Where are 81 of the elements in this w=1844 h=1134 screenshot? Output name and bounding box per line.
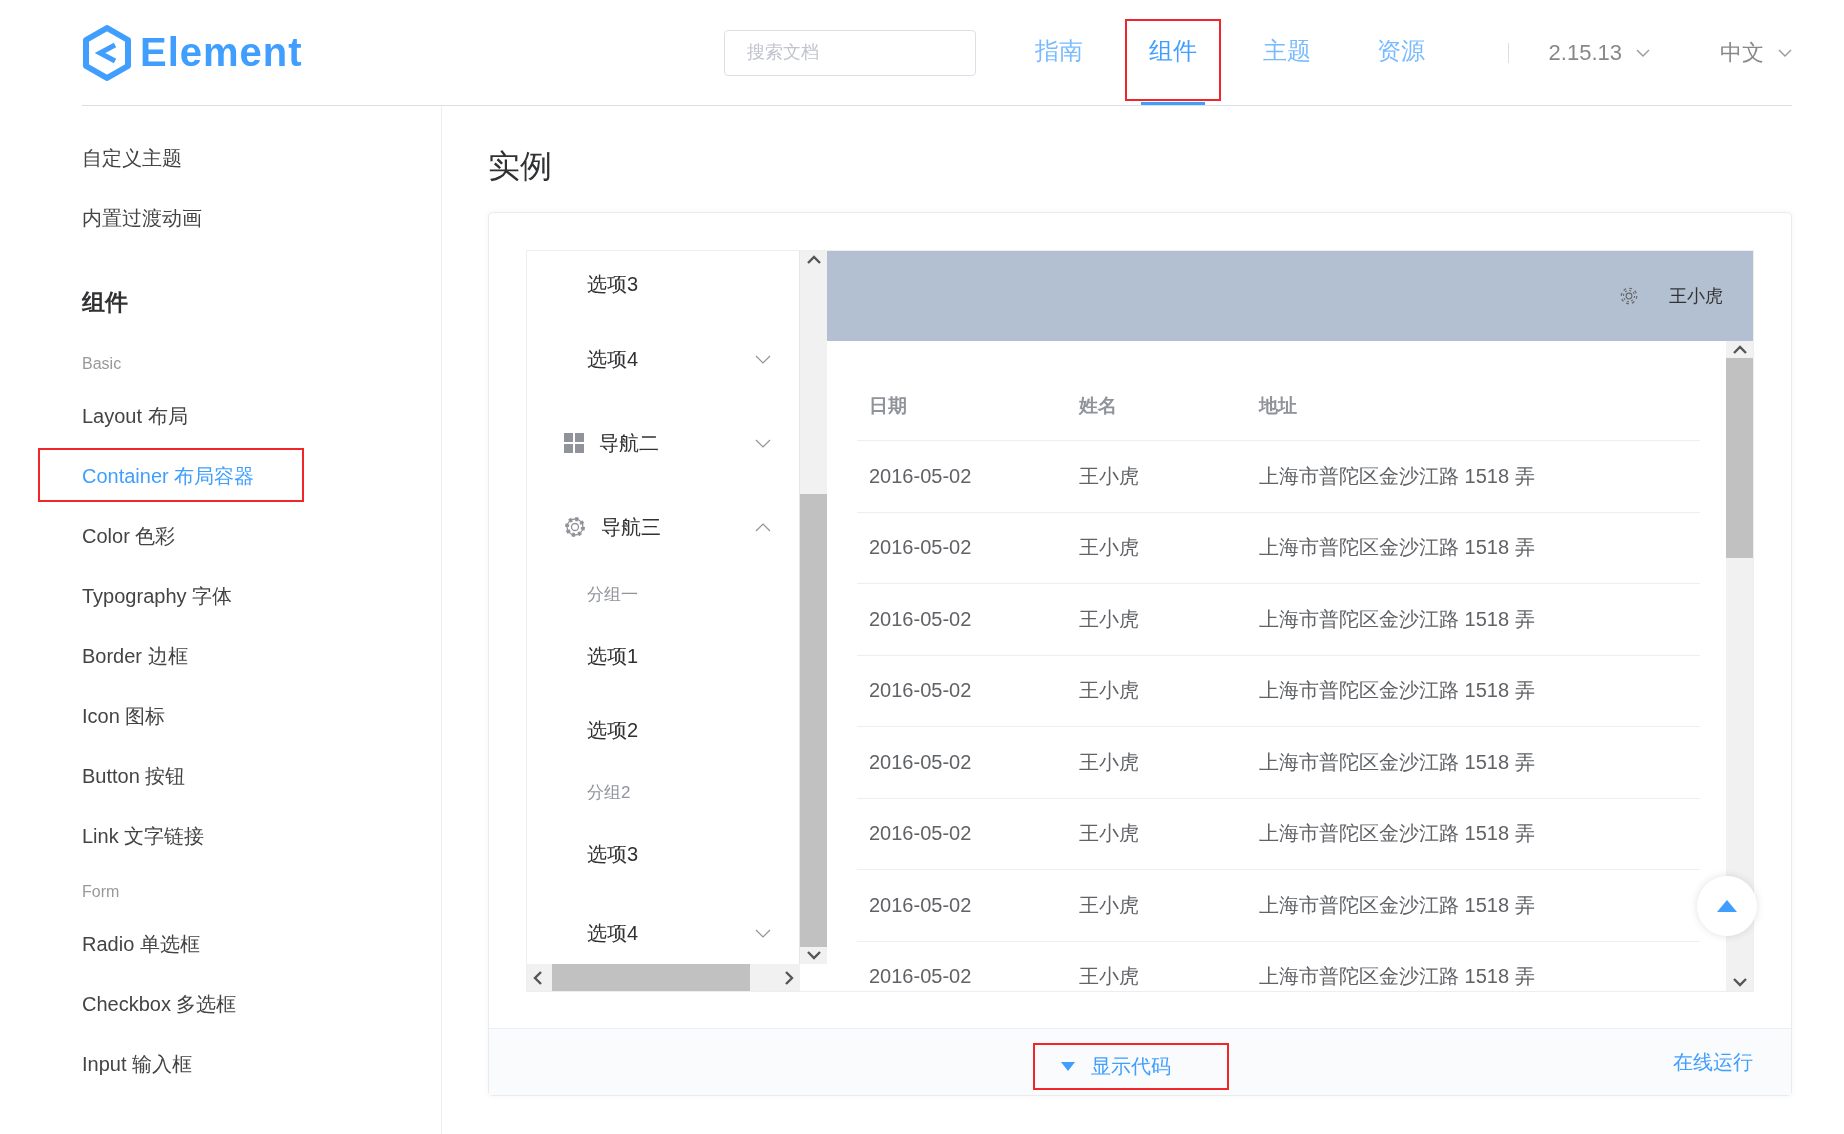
grid-icon — [563, 432, 585, 454]
table-cell-text: 上海市普陀区金沙江路 1518 弄 — [1258, 821, 1535, 847]
menu-item[interactable]: 选项3 — [527, 817, 799, 891]
scroll-left-icon[interactable] — [533, 970, 542, 985]
scroll-up-icon[interactable] — [806, 255, 821, 264]
table-cell-text: 2016-05-02 — [868, 965, 973, 989]
sidebar-heading: 组件 — [82, 287, 129, 317]
scroll-up-icon[interactable] — [1732, 345, 1747, 354]
hexagon-logo-icon — [82, 24, 132, 81]
table-cell-text: 上海市普陀区金沙江路 1518 弄 — [1258, 535, 1535, 561]
menu-item[interactable]: 导航三 — [527, 485, 799, 569]
version-dropdown[interactable]: 2.15.13 — [1548, 39, 1650, 66]
sidebar-group-label: Basic — [82, 354, 123, 374]
table-cell-text: 王小虎 — [1078, 606, 1140, 632]
chevron-down-icon — [1778, 48, 1792, 57]
menu-item[interactable]: 选项2 — [527, 693, 799, 767]
table-cell-text: 上海市普陀区金沙江路 1518 弄 — [1258, 678, 1535, 704]
sidebar-item[interactable]: 内置过渡动画 — [82, 204, 202, 232]
menu-group-label: 分组2 — [586, 781, 632, 804]
menu-group-label: 分组一 — [586, 583, 639, 606]
column-header: 日期 — [868, 393, 908, 418]
table-cell-text: 王小虎 — [1078, 892, 1140, 918]
table-cell-text: 上海市普陀区金沙江路 1518 弄 — [1258, 749, 1535, 775]
triangle-down-icon — [1061, 1062, 1075, 1071]
scrollbar[interactable] — [527, 964, 800, 991]
menu-item[interactable]: 选项4 — [527, 891, 799, 964]
menu-item-label: 选项1 — [587, 643, 640, 669]
sidebar-item[interactable]: 自定义主题 — [82, 144, 182, 172]
user-name: 王小虎 — [1669, 285, 1723, 308]
back-to-top-button[interactable] — [1697, 876, 1757, 936]
table-cell-text: 上海市普陀区金沙江路 1518 弄 — [1258, 892, 1535, 918]
menu-item[interactable]: 选项1 — [527, 619, 799, 693]
sidebar-item[interactable]: Radio 单选框 — [82, 930, 200, 958]
sidebar-item[interactable]: Color 色彩 — [82, 522, 176, 550]
menu-item-label: 导航二 — [599, 430, 660, 456]
menu-item[interactable]: 选项3 — [527, 251, 799, 317]
sidebar-item[interactable]: Typography 字体 — [82, 582, 233, 610]
table-cell-text: 上海市普陀区金沙江路 1518 弄 — [1258, 463, 1535, 489]
sidebar-item[interactable]: Link 文字链接 — [82, 822, 205, 850]
menu-item-label: 选项4 — [587, 920, 640, 946]
sidebar-item[interactable]: Checkbox 多选框 — [82, 990, 237, 1018]
table-cell-text: 2016-05-02 — [868, 822, 973, 846]
sidebar-item[interactable]: Layout 布局 — [82, 402, 188, 430]
table-cell-text: 王小虎 — [1078, 535, 1140, 561]
menu-item[interactable]: 导航二 — [527, 401, 799, 485]
table-cell-text: 王小虎 — [1078, 678, 1140, 704]
menu-item-label: 选项2 — [587, 717, 640, 743]
scroll-down-icon[interactable] — [1732, 978, 1747, 987]
table-cell-text: 2016-05-02 — [868, 679, 973, 703]
table-cell-text: 2016-05-02 — [868, 464, 973, 488]
chevron-down-icon — [1636, 48, 1650, 57]
table-cell-text: 上海市普陀区金沙江路 1518 弄 — [1258, 964, 1535, 990]
sidebar-item[interactable]: Input 输入框 — [82, 1050, 193, 1078]
language-dropdown[interactable]: 中文 — [1720, 37, 1792, 68]
menu-item-label: 导航三 — [601, 514, 662, 540]
triangle-up-icon — [1717, 900, 1737, 912]
table-cell-text: 王小虎 — [1078, 749, 1140, 775]
scroll-down-icon[interactable] — [806, 951, 821, 960]
scrollbar[interactable] — [1726, 341, 1753, 991]
table-cell-text: 2016-05-02 — [868, 893, 973, 917]
sidebar-item[interactable]: Button 按钮 — [82, 762, 186, 790]
table-cell-text: 2016-05-02 — [868, 536, 973, 560]
table-cell-text: 王小虎 — [1078, 821, 1140, 847]
scroll-right-icon[interactable] — [785, 970, 794, 985]
menu-item-label: 选项3 — [587, 841, 640, 867]
section-title: 实例 — [488, 147, 553, 186]
search-field[interactable]: 搜索文档 — [723, 29, 976, 76]
menu-item-label: 选项4 — [587, 346, 640, 372]
column-header: 姓名 — [1077, 393, 1118, 418]
table-cell-text: 王小虎 — [1078, 463, 1140, 489]
menu-item[interactable]: 选项4 — [527, 317, 799, 401]
table-cell-text: 2016-05-02 — [868, 750, 973, 774]
column-header: 地址 — [1257, 393, 1297, 418]
scrollbar[interactable] — [800, 251, 827, 964]
sidebar-group-label: Form — [82, 882, 121, 902]
table-cell-text: 王小虎 — [1078, 964, 1140, 990]
menu-item-label: 选项3 — [587, 271, 640, 297]
sidebar-item[interactable]: Border 边框 — [82, 642, 188, 670]
table-cell-text: 上海市普陀区金沙江路 1518 弄 — [1258, 606, 1535, 632]
table-cell-text: 2016-05-02 — [868, 607, 973, 631]
sidebar-item[interactable]: Icon 图标 — [82, 702, 166, 730]
